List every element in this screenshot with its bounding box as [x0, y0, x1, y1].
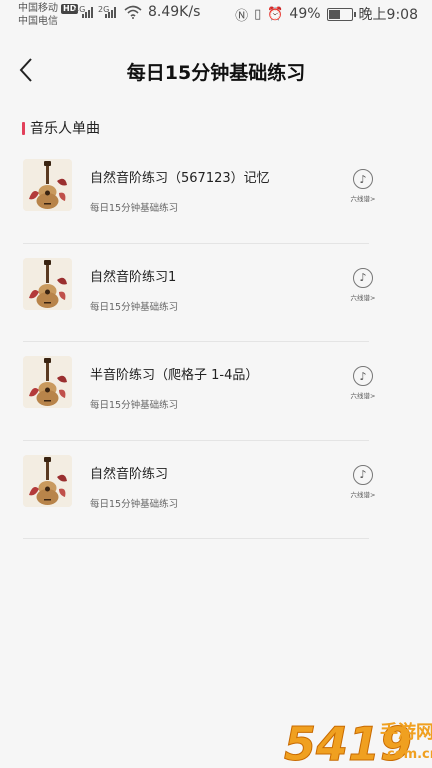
carrier-info: 中国移动 HD 中国电信: [18, 2, 79, 28]
list-item[interactable]: 半音阶练习（爬格子 1-4品） 每日15分钟基础练习 ♪ 六线谱>: [0, 342, 432, 441]
item-subtitle: 每日15分钟基础练习: [90, 301, 179, 313]
signal-icon-2: [105, 6, 116, 18]
item-subtitle: 每日15分钟基础练习: [90, 400, 179, 411]
watermark-domain: .com.cn: [382, 747, 432, 762]
header: 每日15分钟基础练习: [0, 48, 432, 92]
music-note-icon: ♪: [353, 169, 373, 189]
divider: [23, 538, 369, 539]
battery-percent: 49%: [289, 6, 321, 22]
music-note-icon: ♪: [353, 267, 373, 288]
item-subtitle: 每日15分钟基础练习: [90, 498, 179, 510]
alarm-icon: ⏰: [267, 6, 284, 22]
status-right: Ⓝ ▯ ⏰ 49% 晚上9:08: [235, 4, 418, 24]
guitar-thumbnail: [23, 454, 72, 507]
signal-icon: [82, 6, 93, 18]
song-list: 自然音阶练习（567123）记忆 每日15分钟基础练习 ♪ 六线谱> 自然音阶练…: [0, 145, 432, 539]
tab-score-label: 六线谱>: [350, 195, 376, 203]
tab-score-label: 六线谱>: [350, 293, 376, 302]
network-speed: 8.49K/s: [148, 4, 201, 20]
page-title: 每日15分钟基础练习: [126, 62, 306, 84]
item-title: 半音阶练习（爬格子 1-4品）: [90, 368, 259, 383]
status-bar: 中国移动 HD 中国电信 4G 2G 8.49K/s Ⓝ ▯ ⏰ 49% 晚上9…: [0, 0, 432, 30]
music-note-icon: ♪: [353, 464, 373, 485]
carrier-1: 中国移动: [18, 3, 58, 14]
item-title: 自然音阶练习（567123）记忆: [90, 171, 270, 186]
wifi-icon: [124, 5, 142, 19]
clock: 晚上9:08: [358, 7, 418, 23]
item-title: 自然音阶练习1: [90, 269, 177, 285]
guitar-thumbnail: [23, 257, 72, 310]
tab-score-label: 六线谱>: [350, 490, 376, 499]
section-heading: 音乐人单曲: [22, 118, 100, 138]
carrier-2: 中国电信: [18, 16, 58, 27]
vibrate-icon: ▯: [254, 6, 262, 22]
list-item[interactable]: 自然音阶练习 每日15分钟基础练习 ♪ 六线谱>: [0, 441, 432, 539]
section-title: 音乐人单曲: [30, 121, 100, 137]
nfc-icon: Ⓝ: [235, 8, 249, 24]
music-note-icon: ♪: [353, 366, 373, 386]
tab-score-button[interactable]: ♪ 六线谱>: [344, 464, 382, 505]
guitar-thumbnail: [23, 356, 72, 408]
tab-score-button[interactable]: ♪ 六线谱>: [344, 169, 382, 209]
watermark-subtext: 手游网: [380, 721, 432, 743]
guitar-thumbnail: [23, 159, 72, 211]
tab-score-button[interactable]: ♪ 六线谱>: [344, 366, 382, 406]
watermark-logo: 5419 手游网 .com.cn: [284, 717, 432, 768]
item-title: 自然音阶练习: [90, 466, 169, 482]
list-item[interactable]: 自然音阶练习（567123）记忆 每日15分钟基础练习 ♪ 六线谱>: [0, 145, 432, 244]
battery-icon: [326, 7, 356, 21]
section-accent-bar: [22, 121, 25, 135]
list-item[interactable]: 自然音阶练习1 每日15分钟基础练习 ♪ 六线谱>: [0, 244, 432, 342]
tab-score-label: 六线谱>: [350, 392, 376, 400]
tab-score-button[interactable]: ♪ 六线谱>: [344, 267, 382, 308]
item-subtitle: 每日15分钟基础练习: [90, 203, 179, 214]
